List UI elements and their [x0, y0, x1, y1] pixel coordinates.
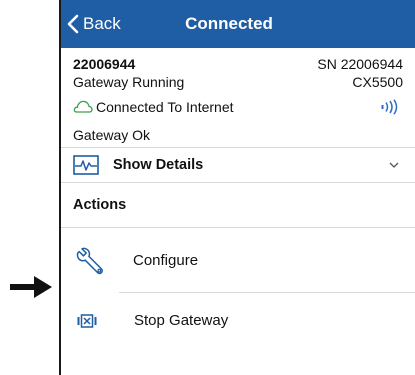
app-screen: Back Connected 22006944 SN 22006944 Gate… [59, 0, 415, 375]
gateway-model: CX5500 [352, 74, 403, 90]
configure-label: Configure [133, 251, 199, 269]
stop-gateway-icon [77, 313, 97, 328]
stop-gateway-label: Stop Gateway [134, 312, 229, 329]
gateway-status: Gateway Running [73, 74, 185, 90]
internet-label: Connected To Internet [96, 98, 234, 115]
gateway-health: Gateway Ok [73, 126, 151, 143]
show-details-label: Show Details [113, 157, 204, 173]
nav-bar: Back Connected [61, 0, 415, 48]
show-details-row[interactable]: Show Details [61, 148, 415, 182]
chevron-down-icon [389, 162, 399, 168]
actions-header: Actions [61, 183, 415, 227]
internet-status: Connected To Internet [73, 99, 234, 115]
stop-gateway-button[interactable]: Stop Gateway [61, 293, 415, 348]
wrench-icon [76, 247, 103, 275]
pulse-icon [73, 155, 99, 175]
configure-button[interactable]: Configure [61, 228, 415, 292]
page-title: Connected [185, 14, 273, 33]
gateway-info: 22006944 SN 22006944 Gateway Running CX5… [61, 48, 415, 147]
actions-title: Actions [73, 197, 127, 213]
gateway-serial: SN 22006944 [317, 55, 403, 72]
arrow-right-icon [10, 276, 52, 298]
cloud-icon [73, 100, 93, 113]
gateway-id: 22006944 [73, 55, 136, 72]
signal-icon [381, 98, 398, 115]
